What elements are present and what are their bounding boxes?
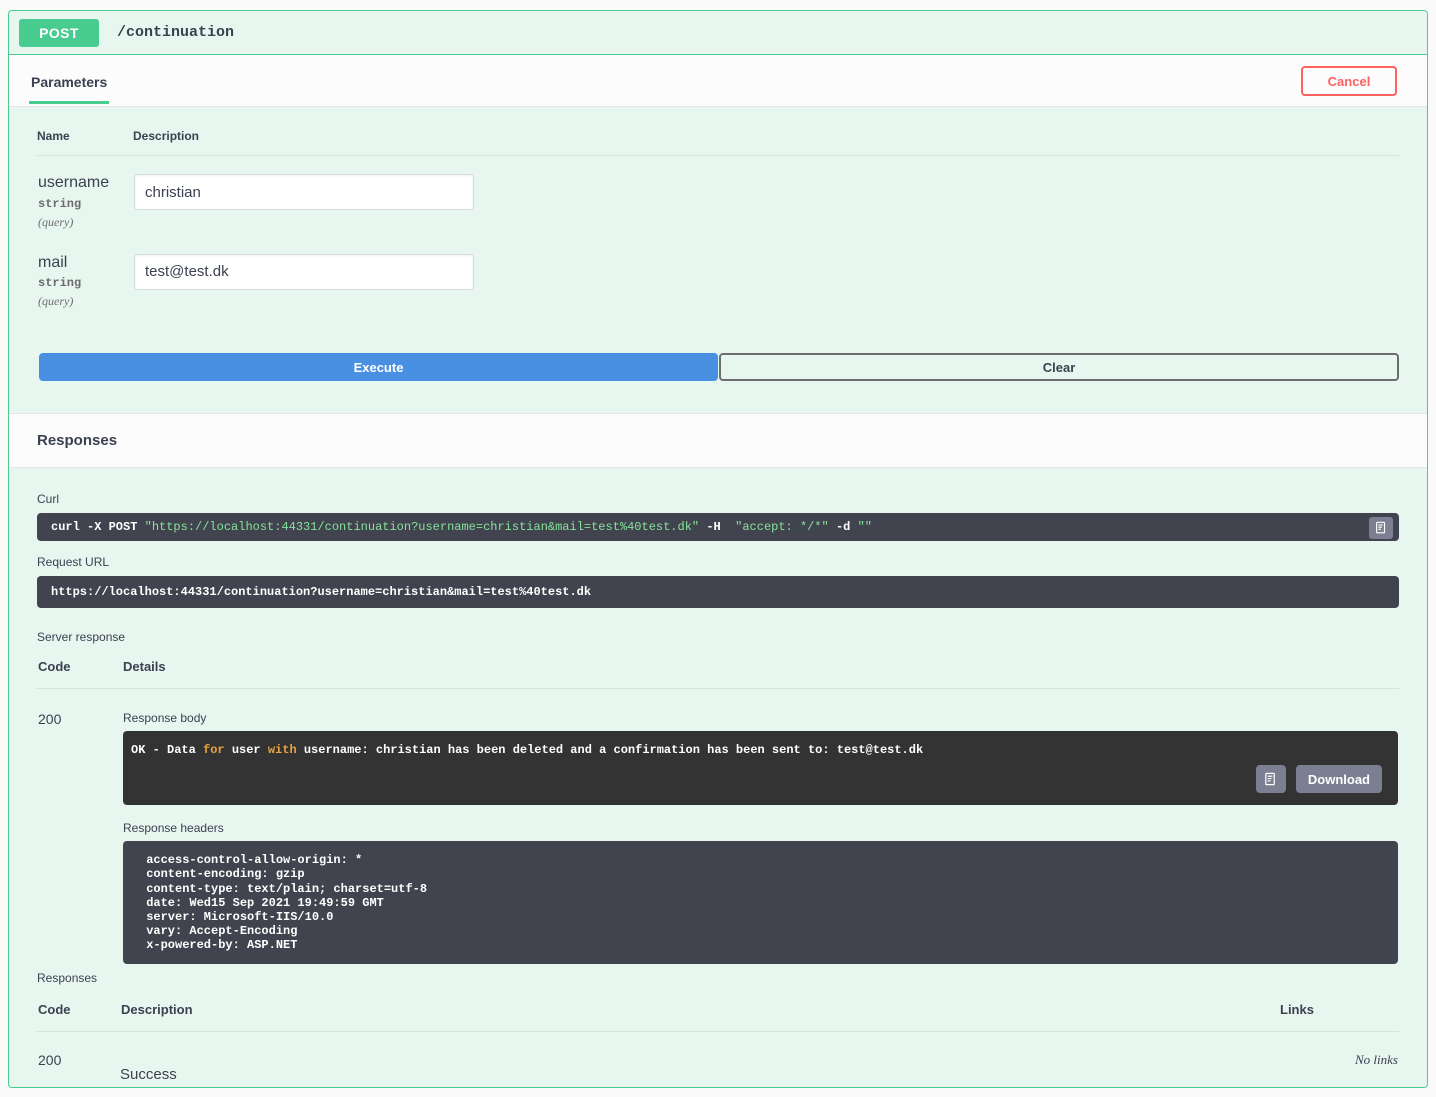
execute-button[interactable]: Execute <box>39 353 718 382</box>
doc-response-links: No links <box>1355 1052 1398 1068</box>
server-response-code: 200 <box>38 711 62 728</box>
documented-responses-title: Responses <box>37 971 98 986</box>
parameter-meta-username: username string (query) <box>37 156 133 236</box>
tab-parameters[interactable]: Parameters <box>29 73 110 104</box>
response-body-text: OK - Data for user with username: christ… <box>131 743 1384 757</box>
parameter-in-username: (query) <box>38 214 74 229</box>
parameters-table: Name Description username string (query) <box>37 129 1399 315</box>
parameter-type-mail: string <box>38 276 82 291</box>
response-body-box: OK - Data for user with username: christ… <box>123 731 1398 806</box>
response-body-seg2: user <box>224 743 268 758</box>
response-headers-label: Response headers <box>123 821 224 836</box>
server-response-header-row: Code Details <box>37 658 1399 690</box>
response-headers-text: access-control-allow-origin: * content-e… <box>146 853 428 953</box>
live-response-section: Curl curl -X POST "https://localhost:443… <box>9 468 1427 965</box>
parameter-input-cell-username <box>133 156 1399 236</box>
server-col-details: Details <box>122 658 1399 690</box>
cancel-button[interactable]: Cancel <box>1301 66 1397 96</box>
clear-button[interactable]: Clear <box>719 353 1399 382</box>
server-response-code-cell: 200 <box>37 689 122 966</box>
tab-strip: Parameters Cancel <box>9 55 1427 107</box>
operation-block: POST /continuation Parameters Cancel Nam… <box>8 10 1428 1088</box>
table-row: 200 Response body OK - Data for user wit… <box>37 689 1399 966</box>
username-input[interactable] <box>134 174 474 210</box>
server-col-code: Code <box>37 658 122 690</box>
responses-title: Responses <box>37 432 118 450</box>
parameters-col-description: Description <box>133 129 1399 156</box>
tab-parameters-label: Parameters <box>31 73 108 90</box>
parameters-section: Name Description username string (query) <box>9 107 1427 315</box>
response-body-seg1: OK - Data <box>131 743 204 758</box>
parameters-col-name: Name <box>37 129 133 156</box>
curl-empty-data: "" <box>857 520 872 535</box>
documented-responses-section: Responses Code Description Links 200 Suc… <box>9 971 1427 1084</box>
curl-block: curl -X POST "https://localhost:44331/co… <box>37 513 1399 542</box>
doc-response-code: 200 <box>38 1052 62 1069</box>
copy-curl-icon[interactable] <box>1369 517 1393 540</box>
execute-row: Execute Clear <box>39 353 1399 382</box>
parameter-name-mail: mail <box>38 253 68 271</box>
documented-responses-header-row: Code Description Links <box>37 1001 1399 1033</box>
doc-col-description: Description <box>120 1001 1279 1033</box>
documented-responses-table: Code Description Links 200 Success No li… <box>37 1001 1399 1084</box>
doc-response-description-cell: Success <box>120 1032 1279 1085</box>
curl-label: Curl <box>37 492 60 507</box>
curl-suffix: -d <box>828 520 858 535</box>
response-body-kw2: with <box>267 743 297 758</box>
parameter-meta-mail: mail string (query) <box>37 236 133 316</box>
doc-col-code: Code <box>37 1001 120 1033</box>
server-response-label: Server response <box>37 630 126 645</box>
doc-col-links: Links <box>1279 1001 1399 1033</box>
table-row: 200 Success No links <box>37 1032 1399 1085</box>
doc-response-code-cell: 200 <box>37 1032 120 1085</box>
request-url-block: https://localhost:44331/continuation?use… <box>37 576 1399 609</box>
curl-url: "https://localhost:44331/continuation?us… <box>144 520 700 535</box>
parameter-name-username: username <box>38 174 110 191</box>
server-response-table: Code Details 200 Response body OK - Data… <box>37 658 1399 965</box>
operation-path: /continuation <box>117 24 235 41</box>
mail-input[interactable] <box>134 253 474 290</box>
request-url-label: Request URL <box>37 555 110 570</box>
doc-response-description: Success <box>120 1066 177 1084</box>
response-headers-box: access-control-allow-origin: * content-e… <box>123 841 1398 965</box>
response-body-kw1: for <box>203 743 225 758</box>
parameters-header-row: Name Description <box>37 129 1399 156</box>
table-row: username string (query) <box>37 156 1399 236</box>
server-response-details-cell: Response body OK - Data for user with us… <box>122 689 1399 966</box>
response-body-seg3: username: christian has been deleted and… <box>296 743 924 758</box>
parameter-type-username: string <box>38 196 82 211</box>
curl-accept-header: "accept: */*" <box>735 520 829 535</box>
response-body-label: Response body <box>123 711 207 726</box>
parameter-in-mail: (query) <box>38 294 74 309</box>
table-row: mail string (query) <box>37 236 1399 316</box>
copy-response-icon[interactable] <box>1255 765 1286 794</box>
responses-band: Responses <box>9 413 1427 469</box>
operation-summary[interactable]: POST /continuation <box>9 11 1427 55</box>
http-method-badge: POST <box>19 18 99 47</box>
curl-prefix: curl -X POST <box>51 520 145 535</box>
download-button[interactable]: Download <box>1295 765 1382 794</box>
response-body-actions: Download <box>1255 765 1382 794</box>
curl-middle: -H <box>699 520 736 535</box>
parameter-input-cell-mail <box>133 236 1399 316</box>
